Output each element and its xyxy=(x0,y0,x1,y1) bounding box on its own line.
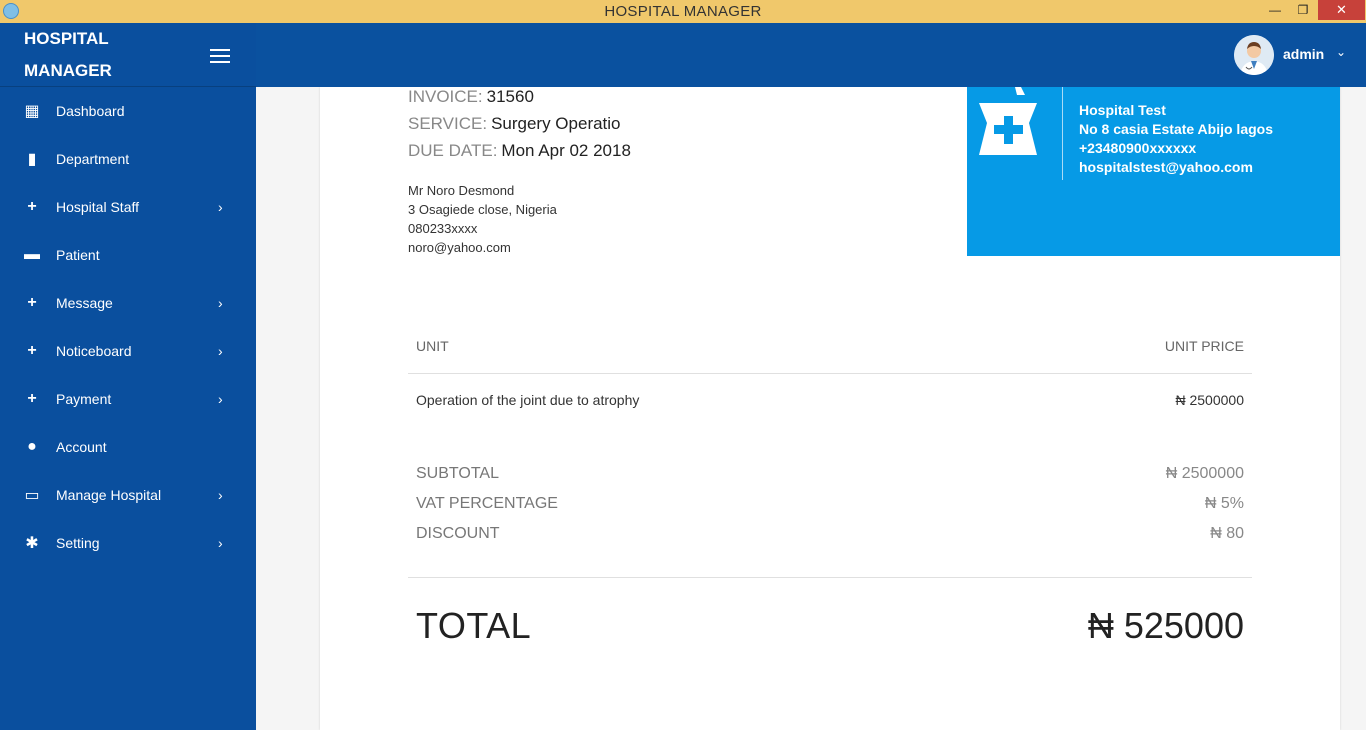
total-label: TOTAL xyxy=(416,605,532,646)
brand: HOSPITAL MANAGER xyxy=(0,23,256,87)
vat-label: VAT PERCENTAGE xyxy=(416,495,558,512)
sidebar-nav: ▦ Dashboard ▮ Department + Hospital Staf… xyxy=(0,87,256,567)
hospital-divider xyxy=(1062,87,1063,180)
table-divider xyxy=(408,373,1252,374)
sidebar-item-noticeboard[interactable]: + Noticeboard › xyxy=(0,327,256,375)
plus-icon: + xyxy=(27,198,37,215)
plus-icon: + xyxy=(27,294,37,311)
pharmacy-logo-icon xyxy=(979,87,1037,155)
gear-icon: ✱ xyxy=(25,535,39,552)
client-details: Mr Noro Desmond 3 Osagiede close, Nigeri… xyxy=(408,181,557,257)
hospital-email: hospitalstest@yahoo.com xyxy=(1079,159,1253,175)
chevron-right-icon: › xyxy=(218,343,223,359)
chevron-right-icon: › xyxy=(218,295,223,311)
client-name: Mr Noro Desmond xyxy=(408,183,515,198)
subtotal-label: SUBTOTAL xyxy=(416,465,499,482)
top-header: admin ⌄ xyxy=(256,23,1366,87)
total-value: ₦ 525000 xyxy=(1087,605,1244,646)
client-phone: 080233xxxx xyxy=(408,221,478,236)
invoice-number-label: INVOICE: xyxy=(408,87,483,106)
hospital-info-box: Hospital Test No 8 casia Estate Abijo la… xyxy=(967,87,1340,256)
hospital-info: Hospital Test No 8 casia Estate Abijo la… xyxy=(1079,101,1273,177)
plus-icon: + xyxy=(27,342,37,359)
invoice-card: INVOICE: 31560 SERVICE: Surgery Operatio D… xyxy=(320,87,1340,730)
sidebar-item-message[interactable]: + Message › xyxy=(0,279,256,327)
hospital-address: No 8 casia Estate Abijo lagos xyxy=(1079,121,1273,137)
sidebar-item-label: Payment xyxy=(56,391,112,407)
sidebar-item-label: Account xyxy=(56,439,107,455)
window-titlebar: HOSPITAL MANAGER — ❐ ✕ xyxy=(0,0,1366,23)
discount-label: DISCOUNT xyxy=(416,525,500,542)
monitor-icon: ▭ xyxy=(24,487,40,504)
vat-value: ₦ 5% xyxy=(1204,495,1244,512)
brand-title-line1: HOSPITAL xyxy=(24,29,109,48)
plus-icon: + xyxy=(27,390,37,407)
minimize-button[interactable]: — xyxy=(1262,0,1288,20)
avatar[interactable] xyxy=(1234,35,1274,75)
invoice-service-value: Surgery Operatio xyxy=(491,114,621,133)
chevron-right-icon: › xyxy=(218,199,223,215)
sidebar-item-label: Setting xyxy=(56,535,100,551)
sidebar-item-setting[interactable]: ✱ Setting › xyxy=(0,519,256,567)
dashboard-icon: ▦ xyxy=(24,103,40,120)
sidebar-item-label: Dashboard xyxy=(56,103,125,119)
sidebar-item-account[interactable]: ● Account xyxy=(0,423,256,471)
invoice-number: INVOICE: 31560 xyxy=(408,87,534,107)
column-header-unit: UNIT xyxy=(416,338,449,354)
table-row-description: Operation of the joint due to atrophy xyxy=(416,392,640,408)
invoice-service: SERVICE: Surgery Operatio xyxy=(408,114,621,134)
chevron-right-icon: › xyxy=(218,487,223,503)
subtotal-value: ₦ 2500000 xyxy=(1165,465,1244,482)
sidebar-item-patient[interactable]: ▬ Patient xyxy=(0,231,256,279)
invoice-due-date-value: Mon Apr 02 2018 xyxy=(501,141,631,160)
sidebar-item-label: Noticeboard xyxy=(56,343,132,359)
brand-title-line2: MANAGER xyxy=(24,61,112,80)
sidebar-item-hospital-staff[interactable]: + Hospital Staff › xyxy=(0,183,256,231)
chevron-right-icon: › xyxy=(218,535,223,551)
sidebar-item-label: Message xyxy=(56,295,113,311)
invoice-due-date: DUE DATE: Mon Apr 02 2018 xyxy=(408,141,631,161)
sidebar-item-department[interactable]: ▮ Department xyxy=(0,135,256,183)
invoice-service-label: SERVICE: xyxy=(408,114,488,133)
sidebar-item-label: Manage Hospital xyxy=(56,487,162,503)
column-header-unit-price: UNIT PRICE xyxy=(1164,338,1244,354)
discount-value: ₦ 80 xyxy=(1210,525,1244,542)
table-row-price: ₦ 2500000 xyxy=(1175,392,1244,408)
account-icon: ● xyxy=(27,438,37,455)
sidebar-item-label: Hospital Staff xyxy=(56,199,140,215)
maximize-button[interactable]: ❐ xyxy=(1290,0,1316,20)
bed-icon: ▬ xyxy=(24,246,40,263)
invoice-number-value: 31560 xyxy=(486,87,534,106)
sidebar: HOSPITAL MANAGER ▦ Dashboard ▮ Departmen… xyxy=(0,23,256,730)
chevron-down-icon[interactable]: ⌄ xyxy=(1336,45,1346,59)
menu-toggle-icon[interactable] xyxy=(210,49,230,63)
close-button[interactable]: ✕ xyxy=(1318,0,1365,20)
client-address: 3 Osagiede close, Nigeria xyxy=(408,202,557,217)
sidebar-item-label: Patient xyxy=(56,247,100,263)
client-email: noro@yahoo.com xyxy=(408,240,511,255)
window-title: HOSPITAL MANAGER xyxy=(604,3,762,20)
invoice-due-date-label: DUE DATE: xyxy=(408,141,498,160)
book-icon: ▮ xyxy=(27,151,37,168)
total-divider xyxy=(408,577,1252,578)
main-content: INVOICE: 31560 SERVICE: Surgery Operatio D… xyxy=(256,87,1366,730)
sidebar-item-payment[interactable]: + Payment › xyxy=(0,375,256,423)
hospital-phone: +23480900xxxxxx xyxy=(1079,140,1197,156)
sidebar-item-label: Department xyxy=(56,151,130,167)
user-menu-label[interactable]: admin xyxy=(1283,46,1324,62)
sidebar-item-dashboard[interactable]: ▦ Dashboard xyxy=(0,87,256,135)
chevron-right-icon: › xyxy=(218,391,223,407)
hospital-name: Hospital Test xyxy=(1079,102,1166,118)
sidebar-item-manage-hospital[interactable]: ▭ Manage Hospital › xyxy=(0,471,256,519)
